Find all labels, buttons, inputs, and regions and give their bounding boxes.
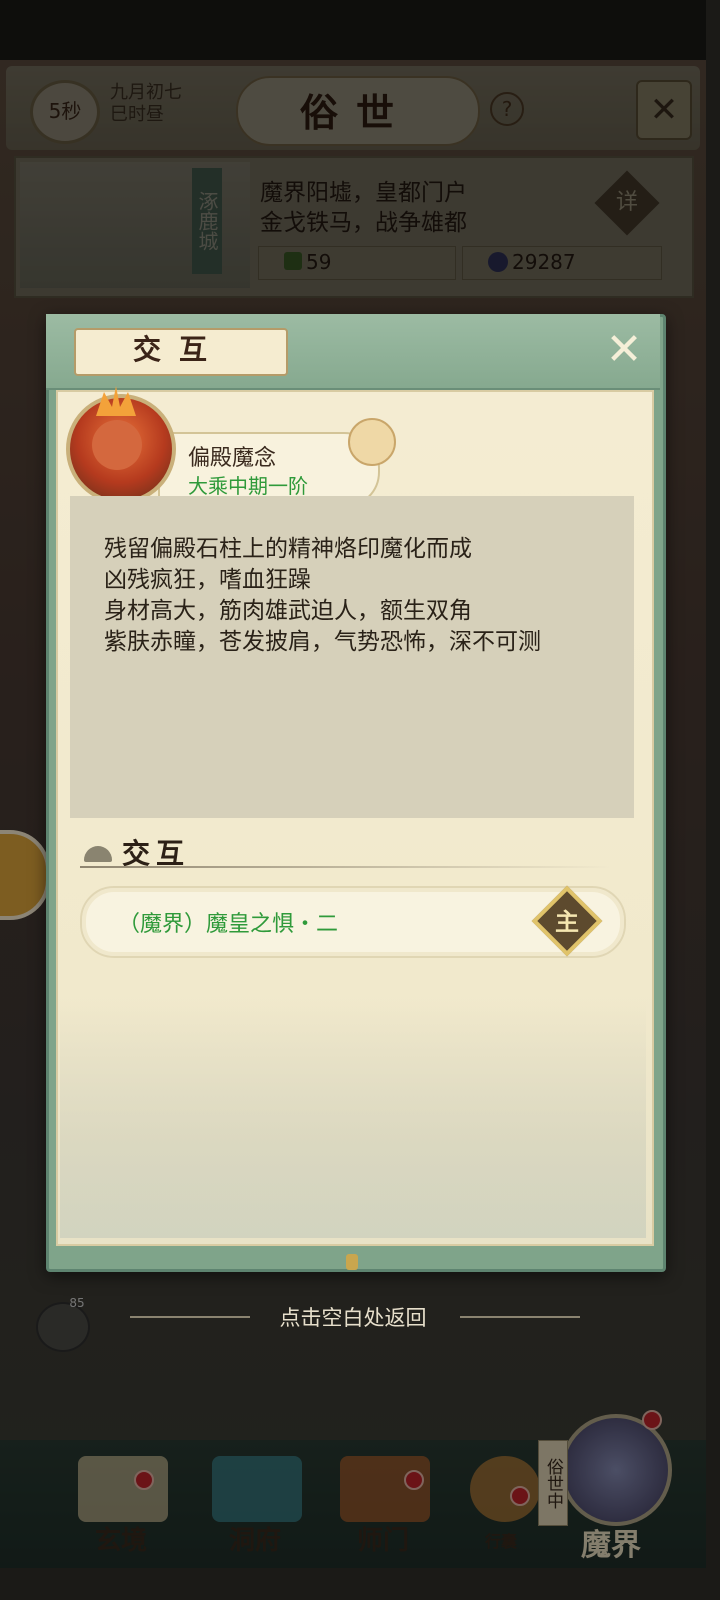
description-line: 凶残疯狂，嗜血狂躁 xyxy=(104,567,311,593)
description-line: 残留偏殿石柱上的精神烙印魔化而成 xyxy=(104,536,472,562)
mountain-decoration xyxy=(60,1000,646,1238)
main-quest-badge-label: 主 xyxy=(555,907,579,936)
npc-description: 残留偏殿石柱上的精神烙印魔化而成 凶残疯狂，嗜血狂躁 身材高大，筋肉雄武迫人，额… xyxy=(104,534,541,658)
dialog-title: 交互 xyxy=(132,333,225,366)
dialog-bottom-pin xyxy=(346,1254,358,1270)
npc-name: 偏殿魔念 xyxy=(188,446,277,471)
interaction-option-label: （魔界）魔皇之惧・二 xyxy=(118,912,339,937)
fan-ornament xyxy=(348,418,396,466)
section-divider xyxy=(80,866,610,868)
description-line: 紫肤赤瞳，苍发披肩，气势恐怖，深不可测 xyxy=(104,629,541,655)
tap-to-return-hint: 点击空白处返回 xyxy=(279,1306,427,1330)
npc-cultivation-rank: 大乘中期一阶 xyxy=(188,474,308,498)
description-line: 身材高大，筋肉雄武迫人，额生双角 xyxy=(104,598,472,624)
npc-face xyxy=(92,420,142,470)
dialog-close-button[interactable]: ✕ xyxy=(602,328,646,374)
